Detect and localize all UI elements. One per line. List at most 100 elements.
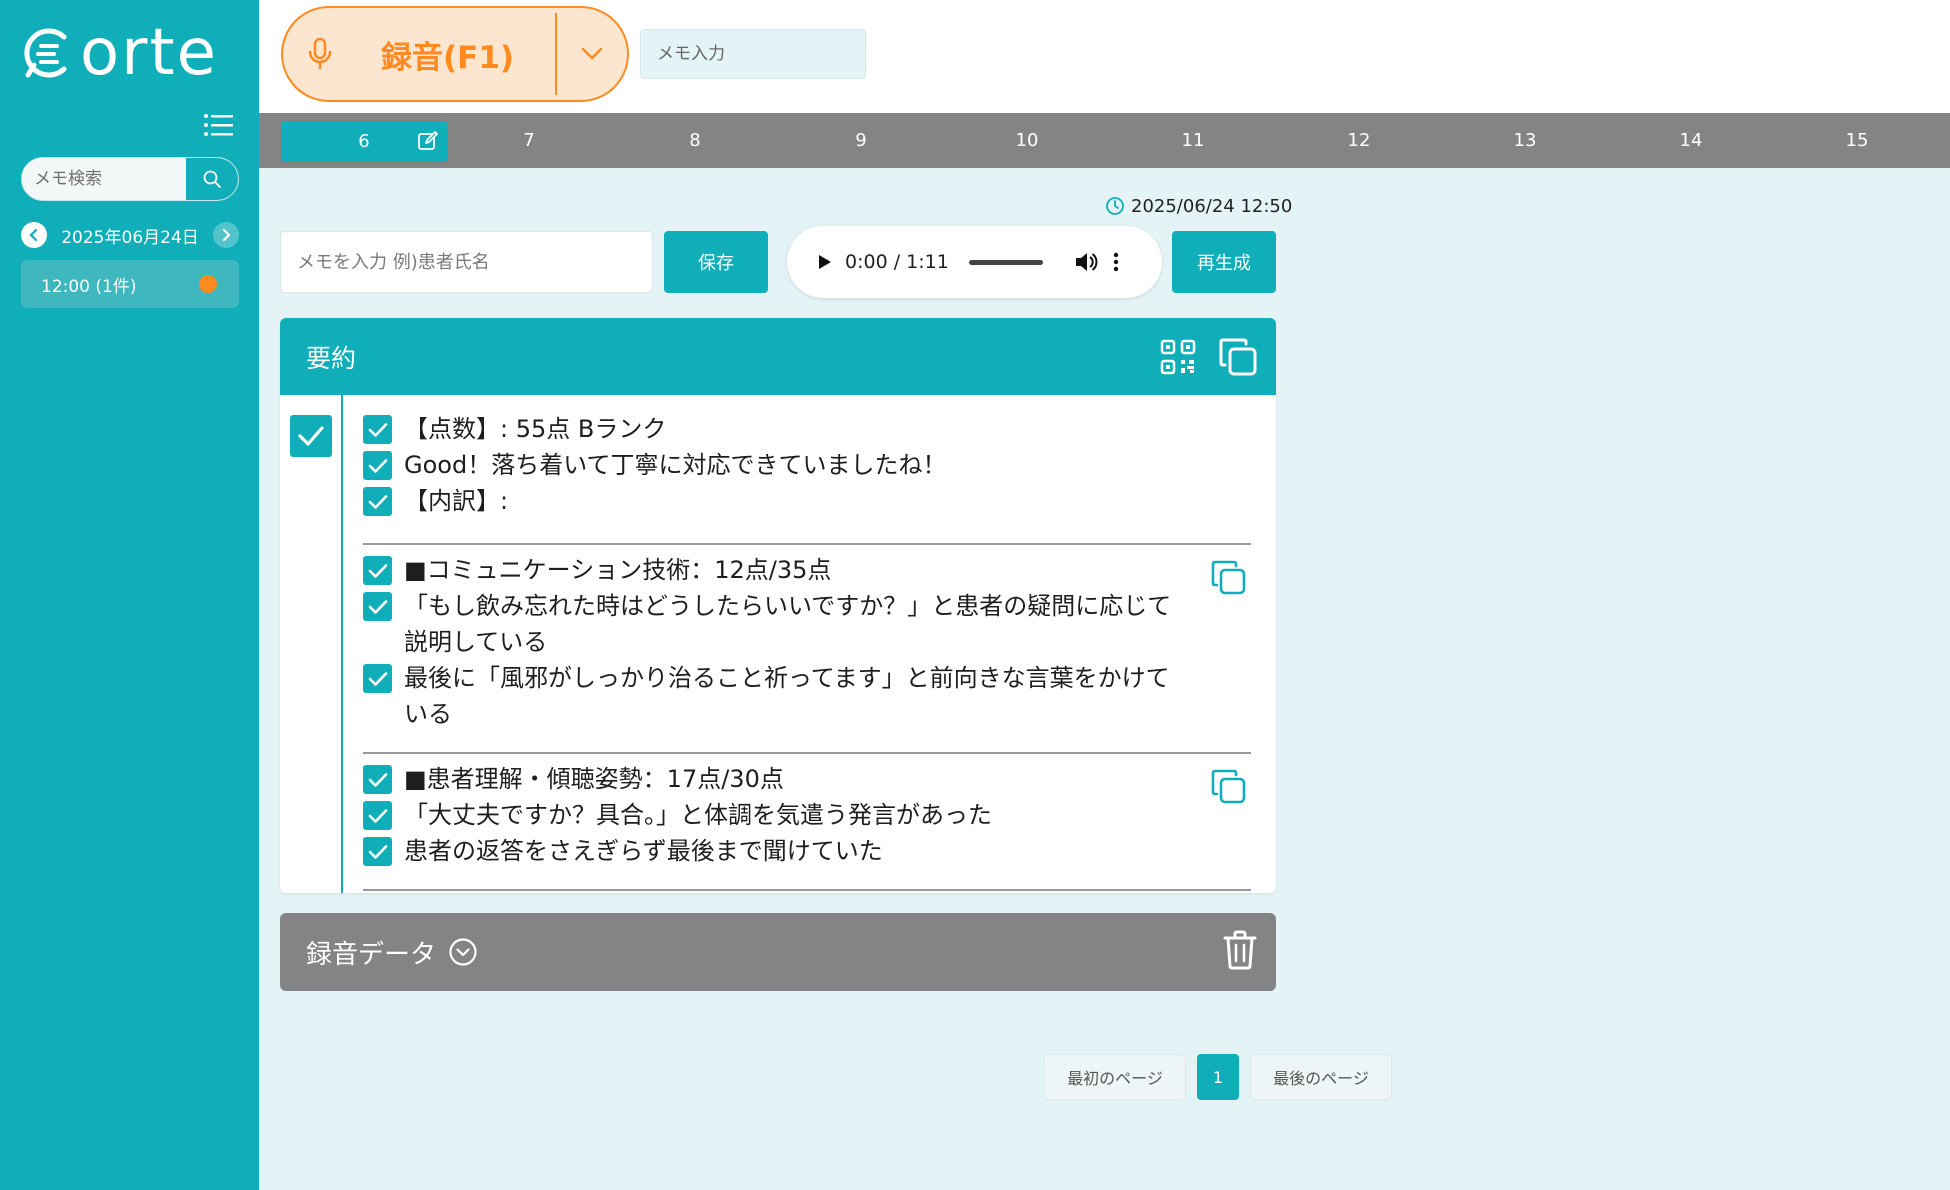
check-icon (368, 772, 387, 787)
top-header: 録音(F1) (259, 0, 1950, 113)
summary-actions (1160, 337, 1258, 377)
hour-tab-15[interactable]: 15 (1774, 113, 1940, 168)
chevron-left-icon (29, 229, 38, 241)
line-text: 患者の返答をさえぎらず最後まで聞けていた (404, 837, 883, 865)
status-dot (199, 275, 217, 293)
hour-tab-label: 15 (1845, 130, 1869, 151)
summary-line: 患者の返答をさえぎらず最後まで聞けていた (363, 833, 1251, 869)
entry-timestamp: 2025/06/24 12:50 (1105, 193, 1292, 219)
copy-summary-button[interactable] (1218, 337, 1258, 377)
qr-code-icon (1160, 339, 1196, 374)
memo-search-input[interactable] (22, 158, 186, 200)
hour-tab-8[interactable]: 8 (612, 113, 778, 168)
summary-line: 【内訳】: (363, 483, 1251, 519)
hour-tab-label: 11 (1181, 130, 1205, 151)
copy-section-icon[interactable] (1210, 768, 1248, 806)
qr-code-button[interactable] (1160, 339, 1196, 375)
prev-date-button[interactable] (21, 222, 47, 248)
recording-data-label: 録音データ (306, 939, 437, 970)
page-number-current[interactable]: 1 (1197, 1054, 1239, 1100)
summary-line: 最後に「風邪がしっかり治ること祈ってます」と前向きな言葉をかけている (363, 660, 1251, 732)
line-checkbox[interactable] (363, 765, 392, 794)
hour-tab-label: 10 (1015, 130, 1039, 151)
header-memo-input[interactable] (640, 29, 866, 79)
line-text: 最後に「風邪がしっかり治ること祈ってます」と前向きな言葉をかけている (404, 664, 1170, 728)
check-icon (368, 494, 387, 509)
chevron-right-icon (222, 229, 231, 241)
line-checkbox[interactable] (363, 415, 392, 444)
save-button[interactable]: 保存 (664, 231, 768, 293)
line-checkbox[interactable] (363, 664, 392, 693)
list-menu-icon[interactable] (203, 112, 233, 138)
hour-tab-9[interactable]: 9 (778, 113, 944, 168)
summary-title: 要約 (306, 343, 357, 373)
record-label: 録音(F1) (381, 39, 515, 76)
play-icon[interactable] (813, 251, 835, 273)
hour-tab-11[interactable]: 11 (1110, 113, 1276, 168)
record-control: 録音(F1) (281, 6, 629, 102)
line-text: ■患者理解・傾聴姿勢：17点/30点 (404, 765, 784, 793)
line-checkbox[interactable] (363, 487, 392, 516)
hour-tab-10[interactable]: 10 (944, 113, 1110, 168)
summary-line: 【点数】: 55点 Bランク (363, 411, 1251, 447)
copy-section-icon[interactable] (1210, 559, 1248, 597)
line-text: 「もし飲み忘れた時はどうしたらいいですか？」と患者の疑問に応じて説明している (404, 592, 1172, 656)
hour-tab-14[interactable]: 14 (1608, 113, 1774, 168)
logo-text: orte (80, 16, 218, 90)
audio-time: 0:00 / 1:11 (845, 251, 949, 273)
search-icon (203, 170, 221, 188)
line-text: 「大丈夫ですか？具合。」と体調を気遣う発言があった (404, 801, 992, 829)
summary-line: 「大丈夫ですか？具合。」と体調を気遣う発言があった (363, 797, 1251, 833)
summary-section: 【点数】: 55点 Bランク Good！落ち着いて丁寧に対応できていましたね！ … (363, 411, 1251, 519)
line-checkbox[interactable] (363, 837, 392, 866)
hour-tab-13[interactable]: 13 (1442, 113, 1608, 168)
date-navigator: 2025年06月24日 (21, 220, 239, 250)
trash-icon (1223, 930, 1257, 970)
time-slot-item[interactable]: 12:00 (1件) (21, 260, 239, 308)
check-icon (368, 563, 387, 578)
copy-icon (1219, 338, 1257, 375)
more-vertical-icon[interactable] (1111, 249, 1121, 275)
section-divider (363, 543, 1251, 545)
record-options-dropdown[interactable] (557, 8, 627, 100)
last-page-button[interactable]: 最後のページ (1250, 1054, 1392, 1100)
line-text: 【点数】: 55点 Bランク (404, 415, 667, 443)
regenerate-button[interactable]: 再生成 (1172, 231, 1276, 293)
audio-player: 0:00 / 1:11 (787, 226, 1162, 298)
first-page-button[interactable]: 最初のページ (1044, 1054, 1186, 1100)
audio-progress-track[interactable] (969, 259, 1043, 265)
hour-tab-6[interactable]: 6 (281, 121, 447, 162)
clock-icon (1106, 197, 1124, 215)
recording-data-panel: 録音データ (280, 913, 1276, 991)
edit-icon[interactable] (417, 130, 439, 152)
check-icon (368, 458, 387, 473)
select-all-checkbox[interactable] (290, 415, 332, 457)
chevron-down-icon (581, 47, 603, 60)
check-icon (368, 422, 387, 437)
line-checkbox[interactable] (363, 556, 392, 585)
summary-body: 【点数】: 55点 Bランク Good！落ち着いて丁寧に対応できていましたね！ … (280, 395, 1276, 893)
line-text: ■コミュニケーション技術：12点/35点 (404, 556, 832, 584)
summary-card: 要約 【点数】: 55点 Bランク Good！落ち着いて丁寧に対応できていました… (280, 318, 1276, 893)
check-icon (368, 671, 387, 686)
search-button[interactable] (186, 158, 238, 200)
app-logo[interactable]: orte (24, 16, 218, 90)
line-checkbox[interactable] (363, 592, 392, 621)
delete-recording-button[interactable] (1222, 930, 1258, 974)
volume-icon[interactable] (1073, 249, 1099, 275)
recording-data-toggle[interactable]: 録音データ (306, 934, 478, 971)
line-checkbox[interactable] (363, 801, 392, 830)
record-button[interactable]: 録音(F1) (283, 8, 555, 100)
logo-mark-icon (24, 28, 67, 78)
hour-tab-label: 14 (1679, 130, 1703, 151)
memo-search (21, 157, 239, 201)
section-divider (363, 889, 1251, 891)
hour-tab-7[interactable]: 7 (446, 113, 612, 168)
next-date-button[interactable] (213, 222, 239, 248)
section-divider (363, 752, 1251, 754)
entry-memo-input[interactable] (280, 231, 653, 293)
microphone-icon (308, 37, 332, 70)
line-checkbox[interactable] (363, 451, 392, 480)
hour-tab-12[interactable]: 12 (1276, 113, 1442, 168)
check-icon (368, 599, 387, 614)
